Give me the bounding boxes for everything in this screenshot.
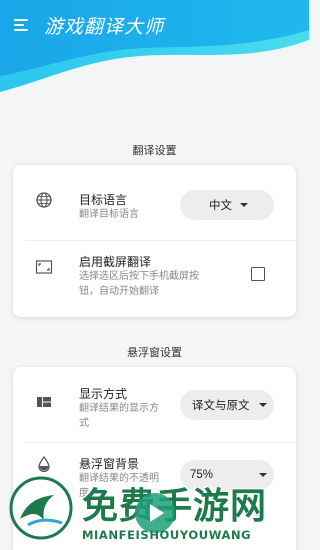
play-icon [135,493,175,533]
watermark-pinyin: MIANFEISHOUYOUWANG [82,528,252,542]
display-mode-row: 显示方式 翻译结果的显示方 式 译文与原文 [13,367,296,442]
display-mode-sub-1: 翻译结果的显示方 [79,403,159,414]
section-title-float: 悬浮窗设置 [127,347,182,359]
section-title-translate: 翻译设置 [132,145,177,157]
screenshot-translate-label: 启用截屏翻译 [79,255,152,269]
chevron-down-icon [259,403,267,407]
app-header: 游戏翻译大师 [0,0,309,95]
target-language-value: 中文 [209,200,232,212]
chevron-down-icon [240,203,248,207]
watermark-text: 免费手游网 [82,486,268,527]
display-mode-label: 显示方式 [79,387,128,401]
screenshot-translate-sub-2: 钮，自动开始翻译 [79,286,159,297]
crop-icon [35,260,53,274]
target-language-sub: 翻译目标语言 [79,209,139,220]
watermark-logo-icon [9,476,73,540]
display-mode-select[interactable]: 译文与原文 [180,390,274,420]
display-mode-sub-2: 式 [79,418,89,429]
globe-icon [36,192,52,208]
menu-icon[interactable] [14,17,32,33]
screenshot-translate-checkbox[interactable] [251,267,265,281]
layout-icon [37,397,51,407]
app-title: 游戏翻译大师 [44,16,165,38]
target-language-row: 目标语言 翻译目标语言 中文 [13,165,296,241]
display-mode-value: 译文与原文 [192,400,250,412]
target-language-label: 目标语言 [79,193,128,207]
site-watermark: 免费手游网 MIANFEISHOUYOUWANG [0,455,309,550]
target-language-select[interactable]: 中文 [180,190,274,220]
screenshot-translate-row: 启用截屏翻译 选择选区后按下手机截屏按 钮，自动开始翻译 [13,241,296,317]
translate-settings-card: 目标语言 翻译目标语言 中文 启用截屏翻译 选择选区后按下手机截屏按 钮，自动开… [13,165,296,317]
screenshot-translate-sub-1: 选择选区后按下手机截屏按 [79,271,199,282]
